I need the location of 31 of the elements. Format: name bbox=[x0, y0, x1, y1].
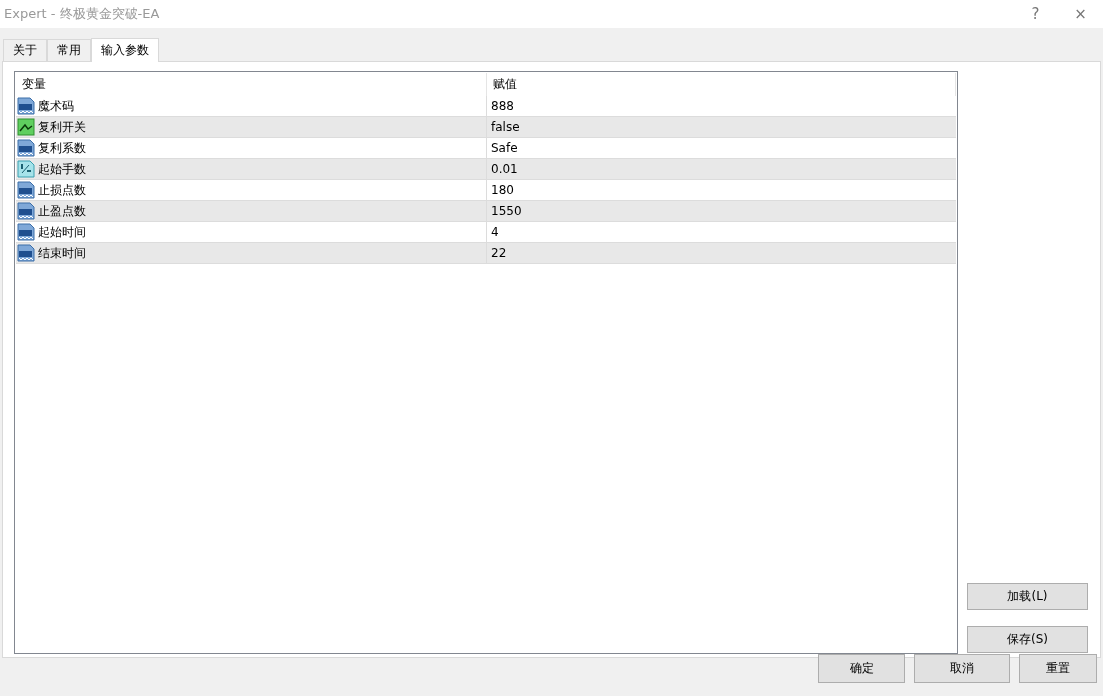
tab[interactable]: 关于 bbox=[3, 39, 47, 61]
parameter-name: 结束时间 bbox=[38, 244, 86, 262]
parameter-name: 止盈点数 bbox=[38, 202, 86, 220]
fraction-icon bbox=[17, 160, 35, 178]
ok-button[interactable]: 确定 bbox=[818, 654, 905, 683]
parameter-value[interactable]: Safe bbox=[487, 138, 956, 158]
parameter-value[interactable]: 4 bbox=[487, 222, 956, 242]
parameter-value[interactable]: 1550 bbox=[487, 201, 956, 221]
parameter-value[interactable]: 0.01 bbox=[487, 159, 956, 179]
parameter-name: 止损点数 bbox=[38, 181, 86, 199]
tab[interactable]: 常用 bbox=[47, 39, 91, 61]
parameter-value[interactable]: 180 bbox=[487, 180, 956, 200]
help-button[interactable]: ? bbox=[1013, 5, 1058, 23]
window-title: Expert - 终极黄金突破-EA bbox=[4, 5, 161, 23]
save-button[interactable]: 保存(S) bbox=[967, 626, 1088, 653]
parameter-name: 复利开关 bbox=[38, 118, 86, 136]
parameter-name: 起始手数 bbox=[38, 160, 86, 178]
parameter-name: 魔术码 bbox=[38, 97, 74, 115]
tab[interactable]: 输入参数 bbox=[91, 38, 159, 62]
load-button[interactable]: 加载(L) bbox=[967, 583, 1088, 610]
column-header[interactable]: 变量 bbox=[16, 73, 487, 96]
cancel-button[interactable]: 取消 bbox=[914, 654, 1010, 683]
close-button[interactable]: × bbox=[1058, 5, 1103, 23]
parameter-name: 起始时间 bbox=[38, 223, 86, 241]
parameter-name: 复利系数 bbox=[38, 139, 86, 157]
parameter-value[interactable]: 22 bbox=[487, 243, 956, 263]
parameter-value[interactable]: 888 bbox=[487, 96, 956, 116]
reset-button[interactable]: 重置 bbox=[1019, 654, 1097, 683]
chart-icon bbox=[17, 118, 35, 136]
parameter-value[interactable]: false bbox=[487, 117, 956, 137]
column-header[interactable]: 赋值 bbox=[487, 73, 956, 96]
